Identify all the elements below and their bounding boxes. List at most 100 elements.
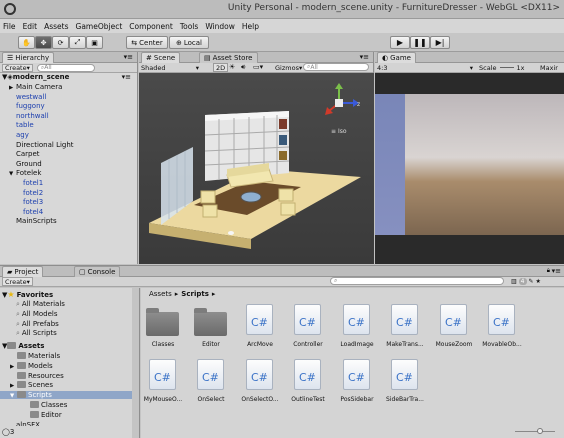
panel-menu-icon[interactable]: ▾≡ [124,53,133,61]
script-asset[interactable]: C# SideBarTra... [382,359,428,409]
rect-tool-button[interactable]: ▣ [86,36,103,49]
hierarchy-item[interactable]: ▶ Main Camera [0,83,138,93]
lock-icon[interactable]: 🔒︎ [547,267,550,275]
hand-tool-button[interactable]: ✋ [18,36,35,49]
favorite-item[interactable]: ⌕ All Models [16,310,58,319]
pivot-local-button[interactable]: ⊕ Local [169,36,209,49]
script-asset[interactable]: C# MovableOb... [479,304,525,354]
hierarchy-item[interactable]: westwall [0,93,138,103]
icon-size-slider[interactable] [515,428,555,434]
scene-menu-icon[interactable]: ▾≡ [122,73,131,81]
hierarchy-item[interactable]: agy [0,131,138,141]
script-asset[interactable]: C# LoadImage [334,304,380,354]
scene-search-input[interactable]: ⌕ All [303,63,369,71]
scale-control[interactable]: Scale 1x [479,63,524,72]
filter-type-button[interactable]: ▥ 4 ✎ ★ [511,277,541,286]
asset-folder-item[interactable]: Resources [0,371,132,380]
hierarchy-item[interactable]: ▼ Fotelek [0,169,138,179]
hierarchy-item[interactable]: table [0,121,138,131]
script-asset[interactable]: C# OnSelectO... [237,359,283,409]
menu-item-window[interactable]: Window [205,22,235,31]
asset-folder-item[interactable]: ▶ Scenes [0,381,132,389]
tab-asset-store[interactable]: ▤ Asset Store [199,52,258,63]
hierarchy-item[interactable]: fotel3 [0,198,138,208]
menu-item-tools[interactable]: Tools [180,22,198,31]
lighting-icon[interactable]: ☀ [229,63,235,71]
folder-asset[interactable]: Classes [140,304,186,354]
step-button[interactable]: ▶| [430,36,450,49]
script-asset[interactable]: C# MakeTrans... [382,304,428,354]
script-asset[interactable]: C# OutlineTest [285,359,331,409]
breadcrumb-assets[interactable]: Assets [149,290,172,298]
rotate-tool-button[interactable]: ⟳ [52,36,69,49]
maximize-on-play-toggle[interactable]: Maxir [540,63,564,72]
menu-item-component[interactable]: Component [129,22,173,31]
hierarchy-item[interactable]: fotel4 [0,208,138,218]
audio-icon[interactable]: 🔊︎ [241,63,245,72]
create-dropdown[interactable]: Create ▾ [2,63,33,72]
hierarchy-item[interactable]: fotel2 [0,189,138,199]
tree-scrollbar[interactable] [132,288,139,438]
mode-2d-button[interactable]: 2D [213,63,229,72]
breadcrumb-scripts[interactable]: Scripts [181,290,209,298]
game-viewport[interactable] [375,73,564,264]
menu-item-assets[interactable]: Assets [44,22,68,31]
favorite-item[interactable]: ⌕ All Scripts [16,329,57,338]
tab-game[interactable]: ◐ Game [377,52,416,63]
hierarchy-item[interactable]: MainScripts [0,217,138,227]
gizmos-dropdown[interactable]: Gizmos ▾ [275,63,302,72]
menu-item-edit[interactable]: Edit [23,22,38,31]
script-asset[interactable]: C# PosSidebar [334,359,380,409]
asset-folder-item[interactable]: ▶ Models [0,361,132,370]
panel-menu-icon[interactable]: ▾≡ [360,53,369,61]
asset-folder-item[interactable]: alnSFX [16,421,40,426]
aspect-dropdown[interactable]: 4:3 ▾ [377,63,473,72]
asset-folder-item[interactable]: Materials [0,352,132,360]
play-button[interactable]: ▶ [390,36,410,49]
pause-button[interactable]: ❚❚ [410,36,430,49]
script-asset[interactable]: C# Controller [285,304,331,354]
menu-item-gameobject[interactable]: GameObject [76,22,123,31]
menu-item-help[interactable]: Help [242,22,259,31]
favorites-header[interactable]: ▼★ Favorites [2,290,53,299]
create-dropdown[interactable]: Create ▾ [2,277,33,286]
script-asset[interactable]: C# MyMouseO... [140,359,186,409]
hierarchy-item[interactable]: northwall [0,112,138,122]
tab-hierarchy[interactable]: ☰ Hierarchy [2,52,55,63]
script-asset[interactable]: C# MouseZoom [431,304,477,354]
image-effects-icon[interactable]: ▭▾ [253,63,263,71]
project-search-input[interactable]: ⌕ [330,277,504,285]
scale-slider[interactable] [499,67,514,68]
hierarchy-item[interactable]: fotel1 [0,179,138,189]
folder-asset[interactable]: Editor [188,304,234,354]
menu-item-file[interactable]: File [3,22,16,31]
hierarchy-item[interactable]: fuggony [0,102,138,112]
pivot-center-button[interactable]: ⇆ Center [126,36,168,49]
slider-thumb[interactable] [537,428,543,434]
asset-folder-item[interactable]: ▼ Scripts [0,391,132,400]
shading-dropdown[interactable]: Shaded ▾ [141,63,199,72]
hierarchy-item[interactable]: Directional Light [0,141,138,151]
assets-header[interactable]: ▼ Assets [2,342,44,350]
asset-folder-item[interactable]: Classes [30,401,67,409]
hierarchy-item[interactable]: Ground [0,160,138,170]
scene-root[interactable]: ▼◈modern_scene [0,73,138,83]
expand-arrow-icon[interactable]: ▶ [10,383,17,389]
scale-tool-button[interactable]: ⤢ [69,36,86,49]
favorite-item[interactable]: ⌕ All Materials [16,300,65,309]
hierarchy-search-input[interactable]: ⌕ All [36,63,95,72]
script-asset[interactable]: C# ArcMove [237,304,283,354]
tab-console[interactable]: ▢ Console [74,266,121,277]
tab-scene[interactable]: # Scene [141,52,181,63]
favorite-item[interactable]: ⌕ All Prefabs [16,320,59,329]
expand-arrow-icon[interactable]: ▼ [10,393,17,399]
move-tool-button[interactable]: ✥ [35,36,52,49]
panel-menu-icon[interactable]: ▾≡ [552,267,561,275]
scene-viewport[interactable]: z ≡ Iso [139,73,374,264]
expand-arrow-icon[interactable]: ▶ [10,364,17,370]
tab-project[interactable]: ▰ Project [2,266,44,277]
script-asset[interactable]: C# OnSelect [188,359,234,409]
hierarchy-item[interactable]: Carpet [0,150,138,160]
asset-folder-item[interactable]: Editor [30,410,62,419]
iso-label[interactable]: ≡ Iso [331,128,347,135]
